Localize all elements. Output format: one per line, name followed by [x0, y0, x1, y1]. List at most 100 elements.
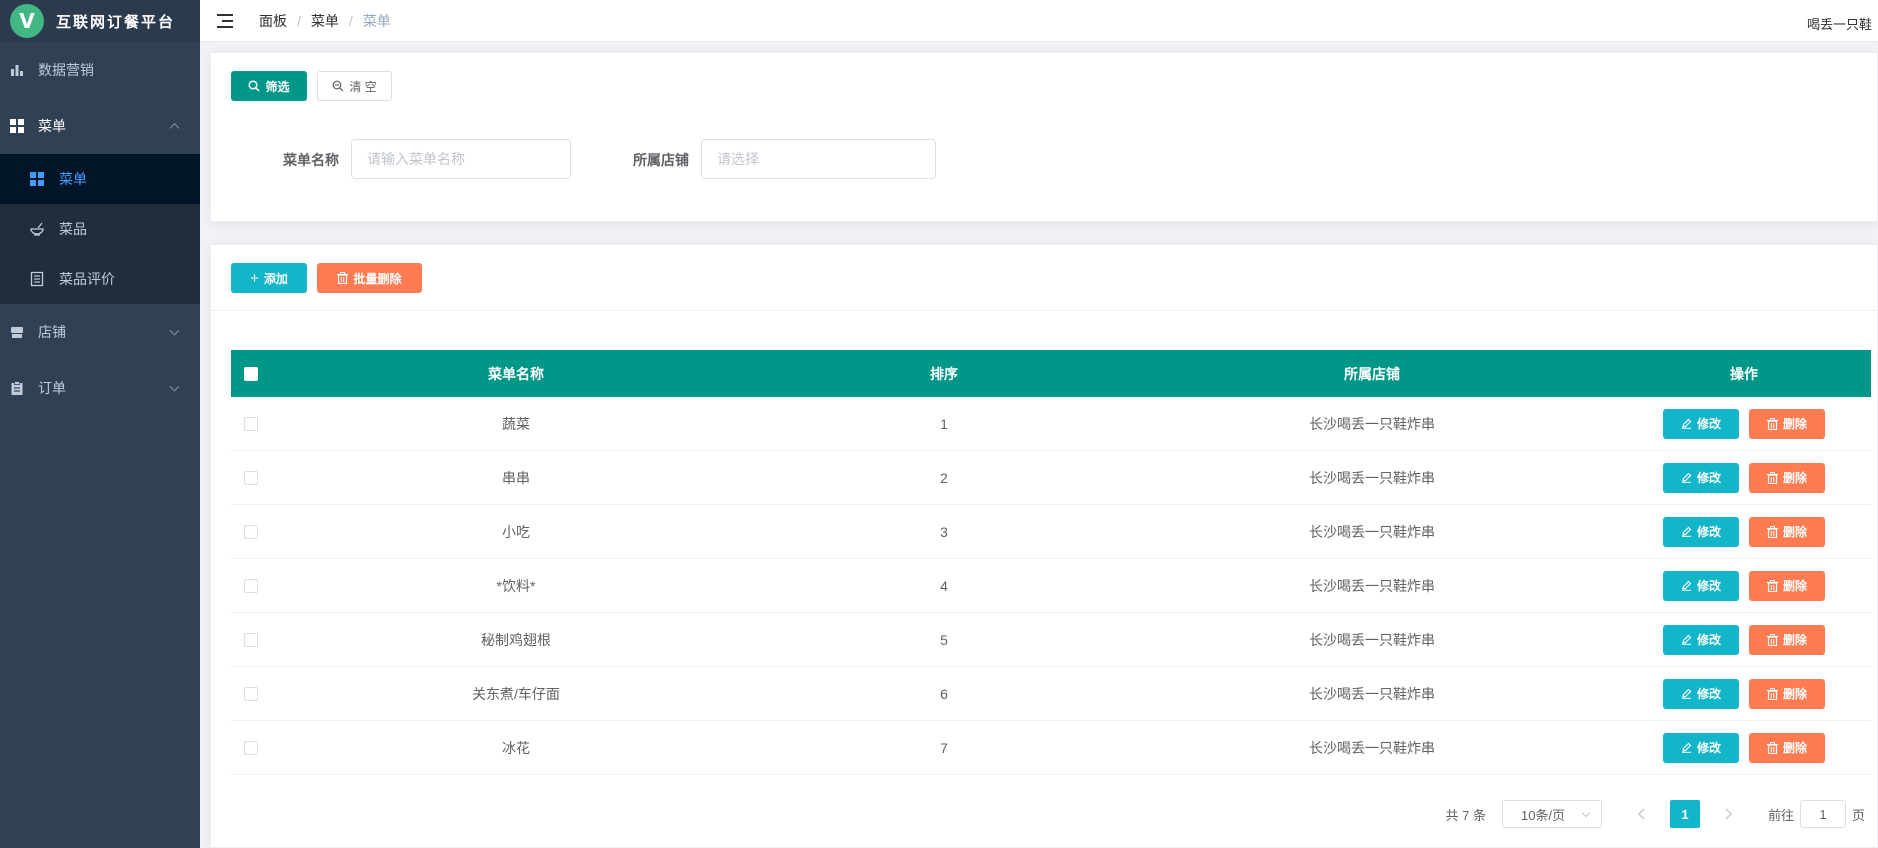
- cell-menu-name: 秘制鸡翅根: [481, 631, 551, 648]
- delete-button[interactable]: 删除: [1749, 408, 1825, 439]
- sidebar-item-menu[interactable]: 菜单: [0, 98, 200, 154]
- row-checkbox[interactable]: [244, 578, 258, 593]
- cell-actions: 修改 删除: [1617, 732, 1871, 763]
- cell-actions: 修改 删除: [1617, 624, 1871, 655]
- sidebar-subitem-dishes[interactable]: 菜品: [0, 204, 200, 254]
- trash-icon: [1766, 417, 1778, 430]
- submenu-menu: 菜单 菜品 菜品评价: [0, 154, 200, 304]
- add-button[interactable]: + 添加: [231, 263, 307, 293]
- menu-name-label: 菜单名称: [283, 152, 339, 168]
- sidebar-subitem-menu[interactable]: 菜单: [0, 154, 200, 204]
- row-checkbox[interactable]: [244, 524, 258, 539]
- cell-sort: 4: [940, 577, 948, 594]
- edit-button-label: 修改: [1696, 633, 1721, 647]
- sidebar-item-orders[interactable]: 订单: [0, 360, 200, 416]
- edit-button[interactable]: 修改: [1663, 462, 1739, 493]
- search-button[interactable]: 筛选: [231, 71, 307, 101]
- delete-button[interactable]: 删除: [1749, 678, 1825, 709]
- divider: [211, 310, 1877, 311]
- edit-icon: [1681, 688, 1692, 699]
- sidebar-item-store[interactable]: 店铺: [0, 304, 200, 360]
- breadcrumb-item-current: 菜单: [362, 12, 391, 29]
- cell-shop: 长沙喝丢一只鞋炸串: [1309, 739, 1435, 756]
- breadcrumb-item-menu[interactable]: 菜单: [311, 11, 339, 31]
- search-button-label: 筛选: [265, 79, 290, 94]
- delete-button[interactable]: 删除: [1749, 570, 1825, 601]
- chevron-down-icon: [1581, 808, 1591, 818]
- sidebar-subitem-reviews[interactable]: 菜品评价: [0, 254, 200, 304]
- trash-icon: [1766, 471, 1778, 484]
- column-header-name[interactable]: 菜单名称: [271, 364, 761, 384]
- delete-button[interactable]: 删除: [1749, 462, 1825, 493]
- cell-actions: 修改 删除: [1617, 570, 1871, 601]
- sidebar: V 互联网订餐平台 数据营销 菜单 菜单 菜品 菜品评价 店铺 订单: [0, 0, 200, 848]
- edit-button-label: 修改: [1696, 687, 1721, 701]
- edit-button[interactable]: 修改: [1663, 678, 1739, 709]
- cell-sort: 1: [940, 415, 948, 432]
- row-checkbox[interactable]: [244, 416, 258, 431]
- trash-icon: [1766, 579, 1778, 592]
- breadcrumb-separator: /: [297, 12, 301, 29]
- trash-icon: [1766, 687, 1778, 700]
- chevron-right-icon: [1725, 808, 1732, 820]
- edit-button[interactable]: 修改: [1663, 624, 1739, 655]
- page-size-select[interactable]: 10条/页: [1501, 800, 1602, 828]
- search-icon: [248, 80, 261, 92]
- column-header-sort[interactable]: 排序: [761, 364, 1127, 384]
- next-page-button[interactable]: [1708, 800, 1748, 828]
- page-size-value: 10条/页: [1520, 807, 1566, 823]
- breadcrumb-item-dashboard[interactable]: 面板: [259, 11, 287, 31]
- row-check-cell: [231, 524, 271, 539]
- shop-select[interactable]: [701, 139, 936, 179]
- edit-icon: [1681, 526, 1692, 537]
- table-row: 小吃 3 长沙喝丢一只鞋炸串 修改 删除: [231, 505, 1871, 559]
- delete-button[interactable]: 删除: [1749, 624, 1825, 655]
- hamburger-icon[interactable]: [217, 13, 237, 29]
- filter-panel: 筛选 清 空 菜单名称 所属店铺: [210, 52, 1878, 222]
- logo[interactable]: V 互联网订餐平台: [0, 0, 200, 42]
- sidebar-subitem-label: 菜品: [59, 221, 87, 237]
- menu-table: 菜单名称 排序 所属店铺 操作 蔬菜 1 长沙喝丢一只鞋炸串 修改 删除 串串 2 长沙喝丢一…: [231, 350, 1871, 775]
- page-number-current[interactable]: 1: [1669, 800, 1700, 828]
- delete-button-label: 删除: [1782, 687, 1807, 701]
- row-check-cell: [231, 632, 271, 647]
- delete-button[interactable]: 删除: [1749, 732, 1825, 763]
- zoom-out-icon: [332, 80, 344, 92]
- column-header-shop[interactable]: 所属店铺: [1127, 364, 1617, 384]
- chevron-left-icon: [1637, 808, 1645, 820]
- breadcrumb-separator: /: [348, 12, 353, 29]
- batch-delete-button[interactable]: 批量删除: [317, 263, 422, 293]
- select-all-checkbox[interactable]: [244, 366, 258, 381]
- edit-button[interactable]: 修改: [1663, 570, 1739, 601]
- trash-icon: [1766, 633, 1778, 646]
- menu-name-input[interactable]: [351, 139, 571, 179]
- sidebar-item-label: 订单: [38, 380, 66, 396]
- edit-button[interactable]: 修改: [1663, 732, 1739, 763]
- row-check-cell: [231, 740, 271, 755]
- row-checkbox[interactable]: [244, 470, 258, 485]
- row-check-cell: [231, 470, 271, 485]
- edit-button[interactable]: 修改: [1663, 408, 1739, 439]
- delete-button-label: 删除: [1782, 579, 1807, 593]
- goto-page-input[interactable]: [1799, 800, 1846, 828]
- user-name[interactable]: 喝丢一只鞋: [1807, 14, 1872, 33]
- delete-button[interactable]: 删除: [1749, 516, 1825, 547]
- clear-button[interactable]: 清 空: [317, 71, 392, 101]
- cell-sort: 6: [940, 685, 948, 702]
- cell-shop: 长沙喝丢一只鞋炸串: [1309, 631, 1435, 648]
- cell-menu-name: 串串: [502, 469, 530, 486]
- goto-prefix: 前往: [1767, 807, 1794, 823]
- bar-chart-icon: [10, 63, 24, 77]
- table-row: 冰花 7 长沙喝丢一只鞋炸串 修改 删除: [231, 721, 1871, 775]
- edit-button[interactable]: 修改: [1663, 516, 1739, 547]
- prev-page-button[interactable]: [1622, 800, 1662, 828]
- delete-button-label: 删除: [1782, 741, 1807, 755]
- row-checkbox[interactable]: [244, 686, 258, 701]
- row-checkbox[interactable]: [244, 740, 258, 755]
- row-checkbox[interactable]: [244, 632, 258, 647]
- sidebar-item-marketing[interactable]: 数据营销: [0, 42, 200, 98]
- delete-button-label: 删除: [1782, 633, 1807, 647]
- sidebar-item-label: 店铺: [38, 324, 66, 340]
- edit-button-label: 修改: [1696, 525, 1721, 539]
- grid-icon: [29, 171, 45, 187]
